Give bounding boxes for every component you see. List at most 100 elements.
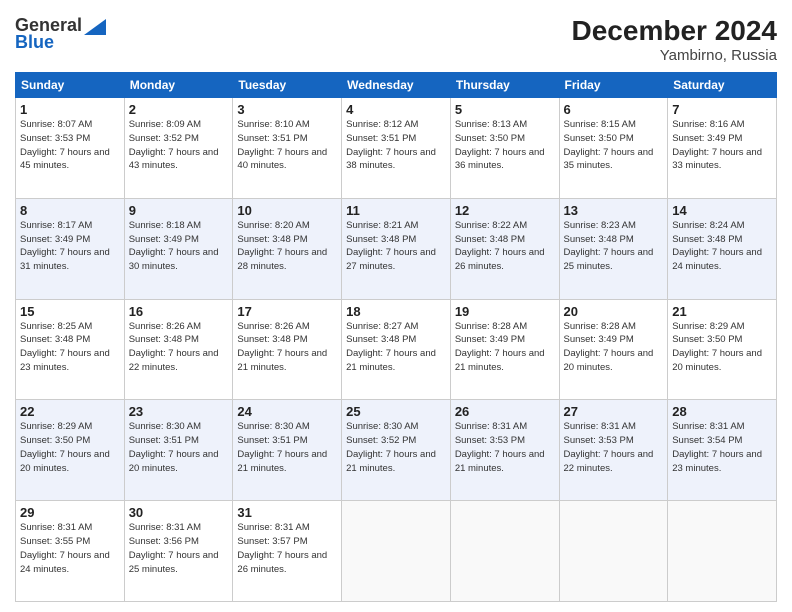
day-number: 22 (20, 404, 120, 419)
table-cell: 23 Sunrise: 8:30 AMSunset: 3:51 PMDaylig… (124, 400, 233, 501)
table-cell: 27 Sunrise: 8:31 AMSunset: 3:53 PMDaylig… (559, 400, 668, 501)
day-number: 10 (237, 203, 337, 218)
day-number: 27 (564, 404, 664, 419)
table-cell: 4 Sunrise: 8:12 AMSunset: 3:51 PMDayligh… (342, 98, 451, 199)
day-info: Sunrise: 8:27 AMSunset: 3:48 PMDaylight:… (346, 321, 436, 373)
day-info: Sunrise: 8:30 AMSunset: 3:52 PMDaylight:… (346, 421, 436, 473)
day-number: 31 (237, 505, 337, 520)
table-cell: 6 Sunrise: 8:15 AMSunset: 3:50 PMDayligh… (559, 98, 668, 199)
table-cell: 28 Sunrise: 8:31 AMSunset: 3:54 PMDaylig… (668, 400, 777, 501)
table-cell: 1 Sunrise: 8:07 AMSunset: 3:53 PMDayligh… (16, 98, 125, 199)
day-info: Sunrise: 8:31 AMSunset: 3:56 PMDaylight:… (129, 522, 219, 574)
table-cell: 31 Sunrise: 8:31 AMSunset: 3:57 PMDaylig… (233, 501, 342, 602)
day-info: Sunrise: 8:22 AMSunset: 3:48 PMDaylight:… (455, 220, 545, 272)
table-cell: 10 Sunrise: 8:20 AMSunset: 3:48 PMDaylig… (233, 198, 342, 299)
day-number: 21 (672, 304, 772, 319)
day-number: 9 (129, 203, 229, 218)
table-cell: 5 Sunrise: 8:13 AMSunset: 3:50 PMDayligh… (450, 98, 559, 199)
day-info: Sunrise: 8:29 AMSunset: 3:50 PMDaylight:… (20, 421, 110, 473)
table-cell: 30 Sunrise: 8:31 AMSunset: 3:56 PMDaylig… (124, 501, 233, 602)
week-row-4: 22 Sunrise: 8:29 AMSunset: 3:50 PMDaylig… (16, 400, 777, 501)
day-number: 16 (129, 304, 229, 319)
day-info: Sunrise: 8:28 AMSunset: 3:49 PMDaylight:… (455, 321, 545, 373)
day-number: 11 (346, 203, 446, 218)
table-cell: 9 Sunrise: 8:18 AMSunset: 3:49 PMDayligh… (124, 198, 233, 299)
day-number: 14 (672, 203, 772, 218)
table-cell: 17 Sunrise: 8:26 AMSunset: 3:48 PMDaylig… (233, 299, 342, 400)
table-cell: 2 Sunrise: 8:09 AMSunset: 3:52 PMDayligh… (124, 98, 233, 199)
week-row-2: 8 Sunrise: 8:17 AMSunset: 3:49 PMDayligh… (16, 198, 777, 299)
table-cell: 12 Sunrise: 8:22 AMSunset: 3:48 PMDaylig… (450, 198, 559, 299)
day-info: Sunrise: 8:15 AMSunset: 3:50 PMDaylight:… (564, 119, 654, 171)
col-friday: Friday (559, 73, 668, 98)
day-number: 26 (455, 404, 555, 419)
day-info: Sunrise: 8:28 AMSunset: 3:49 PMDaylight:… (564, 321, 654, 373)
table-cell: 21 Sunrise: 8:29 AMSunset: 3:50 PMDaylig… (668, 299, 777, 400)
day-info: Sunrise: 8:10 AMSunset: 3:51 PMDaylight:… (237, 119, 327, 171)
day-info: Sunrise: 8:31 AMSunset: 3:55 PMDaylight:… (20, 522, 110, 574)
day-number: 20 (564, 304, 664, 319)
day-number: 2 (129, 102, 229, 117)
table-cell: 29 Sunrise: 8:31 AMSunset: 3:55 PMDaylig… (16, 501, 125, 602)
day-number: 8 (20, 203, 120, 218)
day-number: 4 (346, 102, 446, 117)
day-number: 3 (237, 102, 337, 117)
table-cell (342, 501, 451, 602)
day-info: Sunrise: 8:23 AMSunset: 3:48 PMDaylight:… (564, 220, 654, 272)
day-info: Sunrise: 8:31 AMSunset: 3:54 PMDaylight:… (672, 421, 762, 473)
table-cell (559, 501, 668, 602)
table-cell: 15 Sunrise: 8:25 AMSunset: 3:48 PMDaylig… (16, 299, 125, 400)
table-cell: 8 Sunrise: 8:17 AMSunset: 3:49 PMDayligh… (16, 198, 125, 299)
table-cell: 11 Sunrise: 8:21 AMSunset: 3:48 PMDaylig… (342, 198, 451, 299)
calendar-table: Sunday Monday Tuesday Wednesday Thursday… (15, 72, 777, 602)
day-number: 17 (237, 304, 337, 319)
logo-blue: Blue (15, 32, 54, 53)
col-sunday: Sunday (16, 73, 125, 98)
day-info: Sunrise: 8:26 AMSunset: 3:48 PMDaylight:… (237, 321, 327, 373)
calendar-title: December 2024 (572, 15, 777, 47)
day-info: Sunrise: 8:07 AMSunset: 3:53 PMDaylight:… (20, 119, 110, 171)
week-row-5: 29 Sunrise: 8:31 AMSunset: 3:55 PMDaylig… (16, 501, 777, 602)
col-wednesday: Wednesday (342, 73, 451, 98)
day-info: Sunrise: 8:29 AMSunset: 3:50 PMDaylight:… (672, 321, 762, 373)
table-cell: 3 Sunrise: 8:10 AMSunset: 3:51 PMDayligh… (233, 98, 342, 199)
table-cell: 18 Sunrise: 8:27 AMSunset: 3:48 PMDaylig… (342, 299, 451, 400)
table-cell: 13 Sunrise: 8:23 AMSunset: 3:48 PMDaylig… (559, 198, 668, 299)
day-number: 15 (20, 304, 120, 319)
title-block: December 2024 Yambirno, Russia (572, 15, 777, 64)
day-number: 25 (346, 404, 446, 419)
day-number: 5 (455, 102, 555, 117)
day-number: 18 (346, 304, 446, 319)
table-cell: 22 Sunrise: 8:29 AMSunset: 3:50 PMDaylig… (16, 400, 125, 501)
table-cell (668, 501, 777, 602)
day-number: 23 (129, 404, 229, 419)
calendar-subtitle: Yambirno, Russia (572, 47, 777, 64)
week-row-1: 1 Sunrise: 8:07 AMSunset: 3:53 PMDayligh… (16, 98, 777, 199)
day-number: 6 (564, 102, 664, 117)
table-cell: 19 Sunrise: 8:28 AMSunset: 3:49 PMDaylig… (450, 299, 559, 400)
day-number: 19 (455, 304, 555, 319)
day-number: 7 (672, 102, 772, 117)
day-info: Sunrise: 8:13 AMSunset: 3:50 PMDaylight:… (455, 119, 545, 171)
day-info: Sunrise: 8:31 AMSunset: 3:57 PMDaylight:… (237, 522, 327, 574)
col-monday: Monday (124, 73, 233, 98)
day-info: Sunrise: 8:16 AMSunset: 3:49 PMDaylight:… (672, 119, 762, 171)
day-info: Sunrise: 8:30 AMSunset: 3:51 PMDaylight:… (237, 421, 327, 473)
day-info: Sunrise: 8:09 AMSunset: 3:52 PMDaylight:… (129, 119, 219, 171)
table-cell: 26 Sunrise: 8:31 AMSunset: 3:53 PMDaylig… (450, 400, 559, 501)
table-cell: 24 Sunrise: 8:30 AMSunset: 3:51 PMDaylig… (233, 400, 342, 501)
day-number: 24 (237, 404, 337, 419)
day-number: 30 (129, 505, 229, 520)
day-info: Sunrise: 8:18 AMSunset: 3:49 PMDaylight:… (129, 220, 219, 272)
day-info: Sunrise: 8:20 AMSunset: 3:48 PMDaylight:… (237, 220, 327, 272)
logo-icon (84, 19, 106, 35)
day-info: Sunrise: 8:17 AMSunset: 3:49 PMDaylight:… (20, 220, 110, 272)
col-thursday: Thursday (450, 73, 559, 98)
day-number: 13 (564, 203, 664, 218)
day-info: Sunrise: 8:31 AMSunset: 3:53 PMDaylight:… (455, 421, 545, 473)
table-cell: 14 Sunrise: 8:24 AMSunset: 3:48 PMDaylig… (668, 198, 777, 299)
day-info: Sunrise: 8:25 AMSunset: 3:48 PMDaylight:… (20, 321, 110, 373)
day-info: Sunrise: 8:21 AMSunset: 3:48 PMDaylight:… (346, 220, 436, 272)
header: General Blue December 2024 Yambirno, Rus… (15, 15, 777, 64)
day-number: 29 (20, 505, 120, 520)
